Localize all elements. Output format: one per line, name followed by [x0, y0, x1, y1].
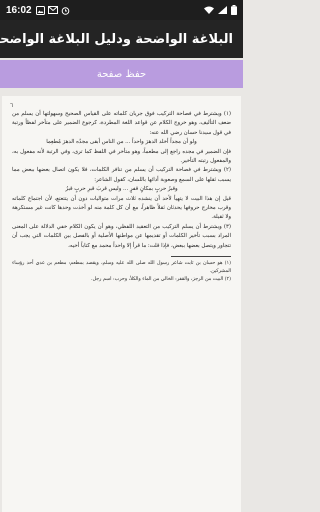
paragraph-4: قيل إن هذا البيت لا يتهيأ لأحد أن ينشده …: [12, 195, 231, 221]
footnote-divider: [171, 256, 231, 258]
footnote-2: (٢) البيت من الرجز، والقفر: الخالي من ال…: [90, 276, 231, 282]
paragraph-1: (١) ويشترط في فصاحة التركيب فوق جريان كل…: [12, 111, 231, 136]
footnotes: (١) هو حسان بن ثابت شاعر رسول الله صلى ا…: [12, 260, 231, 283]
save-page-button[interactable]: حفظ صفحة: [0, 60, 243, 88]
page-mark: ٦: [10, 102, 14, 109]
book-page-view[interactable]: ٦ (١) ويشترط في فصاحة التركيب فوق جريان …: [2, 96, 241, 512]
signal-icon: [218, 6, 227, 14]
wifi-icon: [204, 6, 214, 14]
mail-notification-icon: [47, 6, 58, 14]
verse-1: ولو أن مجداً أخلد الدهرَ واحداً ... من ا…: [46, 139, 197, 146]
image-notification-icon: [35, 5, 45, 15]
paragraph-3: (٢) ويشترط في فصاحة التركيب أن يسلم من ت…: [12, 167, 231, 183]
status-bar: 16:02: [0, 0, 243, 20]
paragraph-2: فإن الضمير في مجده راجع إلى مطعماً، وهو …: [12, 148, 231, 165]
app-title: البلاغة الواضحة ودليل البلاغة الواضحة: [0, 31, 233, 47]
app-bar: البلاغة الواضحة ودليل البلاغة الواضحة: [0, 20, 243, 58]
battery-icon: [231, 5, 237, 15]
status-right-icons: [204, 5, 237, 15]
alarm-icon: [61, 6, 69, 15]
status-left-icons: [35, 5, 70, 15]
verse-2: وقبرُ حربٍ بمكانٍ قفرٍ ... وليس قربَ قبر…: [65, 186, 178, 193]
footnote-1: (١) هو حسان بن ثابت شاعر رسول الله صلى ا…: [12, 261, 231, 274]
status-time: 16:02: [6, 4, 32, 16]
paragraph-5: (٣) ويشترط أن يسلم التركيب من التعقيد ال…: [12, 223, 231, 249]
